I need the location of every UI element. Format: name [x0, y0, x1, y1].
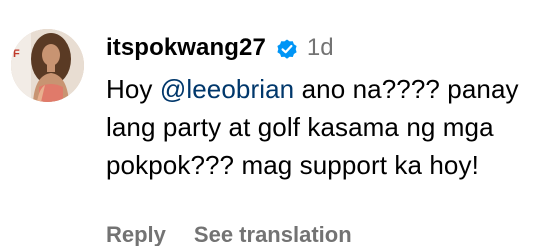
comment-actions: Reply See translation — [106, 222, 352, 246]
comment-text-prefix: Hoy — [106, 74, 160, 104]
comment: F itspokwang27 1d Hoy @leeobrian ano na?… — [0, 0, 560, 246]
avatar[interactable]: F — [11, 29, 84, 102]
comment-line-3: pokpok??? mag support ka hoy! — [106, 150, 479, 180]
reply-button[interactable]: Reply — [106, 222, 166, 246]
comment-line-2: lang party at golf kasama ng mga — [106, 112, 494, 142]
see-translation-button[interactable]: See translation — [194, 222, 352, 246]
comment-text-suffix: ano na???? panay — [294, 74, 519, 104]
svg-text:F: F — [13, 48, 20, 60]
avatar-image: F — [11, 29, 84, 102]
comment-age: 1d — [306, 34, 334, 61]
mention-link[interactable]: @leeobrian — [160, 74, 294, 104]
comment-text: Hoy @leeobrian ano na???? panay lang par… — [106, 70, 556, 184]
verified-badge-icon — [275, 37, 299, 61]
comment-header: itspokwang27 1d — [106, 31, 334, 65]
username[interactable]: itspokwang27 — [106, 34, 266, 62]
comment-line-1: Hoy @leeobrian ano na???? panay — [106, 70, 556, 108]
